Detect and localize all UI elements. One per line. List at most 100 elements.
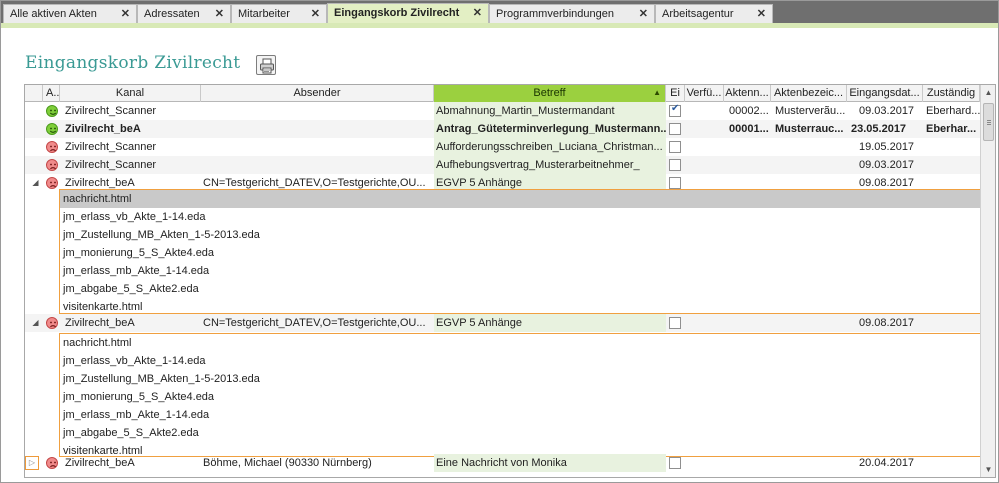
table-row[interactable]: ▷ Zivilrecht_beA Böhme, Michael (90330 N… bbox=[25, 454, 980, 472]
cell-eingangsdatum: 09.03.2017 bbox=[859, 159, 915, 171]
print-icon bbox=[260, 58, 274, 74]
checkbox[interactable] bbox=[669, 103, 681, 117]
close-icon[interactable]: ✕ bbox=[473, 4, 482, 22]
inbox-grid: A... Kanal Absender Betreff ▲ Ei Verfü..… bbox=[24, 84, 996, 478]
col-header-absender[interactable]: Absender bbox=[201, 85, 434, 102]
attachment-item[interactable]: jm_erlass_vb_Akte_1-14.eda bbox=[60, 352, 981, 370]
smiley-sad-icon bbox=[46, 457, 58, 469]
cell-aktennummer bbox=[729, 156, 771, 174]
tab-label: Arbeitsagentur bbox=[662, 8, 734, 20]
attachment-item[interactable]: jm_abgabe_5_S_Akte2.eda bbox=[60, 424, 981, 442]
attachment-list: nachricht.html jm_erlass_vb_Akte_1-14.ed… bbox=[59, 333, 982, 457]
checkbox[interactable] bbox=[669, 177, 681, 189]
cell-aktenbezeichnung bbox=[775, 138, 847, 156]
col-header-aktenbezeichnung[interactable]: Aktenbezeic... bbox=[771, 85, 847, 102]
table-row[interactable]: Zivilrecht_Scanner Aufhebungsvertrag_Mus… bbox=[25, 156, 980, 174]
tab-arbeitsagentur[interactable]: Arbeitsagentur ✕ bbox=[655, 4, 773, 23]
sort-ascending-icon: ▲ bbox=[653, 88, 661, 97]
cell-kanal: Zivilrecht_Scanner bbox=[65, 141, 157, 153]
cell-absender bbox=[203, 120, 432, 138]
cell-absender bbox=[203, 156, 432, 174]
smiley-happy-icon bbox=[46, 123, 58, 135]
cell-aktennummer bbox=[729, 314, 771, 332]
tab-label: Alle aktiven Akten bbox=[10, 8, 97, 20]
tab-adressaten[interactable]: Adressaten ✕ bbox=[137, 4, 231, 23]
attachment-item[interactable]: jm_erlass_mb_Akte_1-14.eda bbox=[60, 406, 981, 424]
close-icon[interactable]: ✕ bbox=[639, 5, 648, 23]
collapse-arrow-icon[interactable]: ◢ bbox=[31, 317, 40, 329]
attachment-item[interactable]: jm_monierung_5_S_Akte4.eda bbox=[60, 244, 981, 262]
cell-betreff: Abmahnung_Martin_Mustermandant bbox=[434, 102, 666, 120]
tab-label: Eingangskorb Zivilrecht bbox=[334, 7, 460, 19]
cell-aktennummer bbox=[729, 138, 771, 156]
smiley-sad-icon bbox=[46, 141, 58, 153]
tab-alle-aktiven-akten[interactable]: Alle aktiven Akten ✕ bbox=[3, 4, 137, 23]
attachment-item[interactable]: jm_erlass_mb_Akte_1-14.eda bbox=[60, 262, 981, 280]
cell-aktenbezeichnung bbox=[775, 314, 847, 332]
table-row[interactable]: Zivilrecht_Scanner Aufforderungsschreibe… bbox=[25, 138, 980, 156]
tab-label: Programmverbindungen bbox=[496, 8, 615, 20]
checkbox[interactable] bbox=[669, 141, 681, 153]
cell-eingangsdatum: 23.05.2017 bbox=[851, 123, 907, 135]
cell-betreff: Aufforderungsschreiben_Luciana_Christman… bbox=[434, 138, 666, 156]
tab-mitarbeiter[interactable]: Mitarbeiter ✕ bbox=[231, 4, 327, 23]
collapse-arrow-icon[interactable]: ◢ bbox=[31, 177, 40, 189]
cell-absender bbox=[203, 102, 432, 120]
vertical-scrollbar[interactable]: ▲ ▼ bbox=[980, 85, 995, 477]
close-icon[interactable]: ✕ bbox=[311, 5, 320, 23]
cell-zustaendig bbox=[926, 314, 980, 332]
cell-aktenbezeichnung: Musterrauc... bbox=[775, 123, 844, 135]
cell-zustaendig bbox=[926, 454, 980, 472]
cell-eingangsdatum: 19.05.2017 bbox=[859, 141, 915, 153]
print-button[interactable] bbox=[256, 55, 276, 75]
cell-aktennummer: 00002... bbox=[729, 105, 769, 117]
checkbox[interactable] bbox=[669, 317, 681, 329]
tab-label: Mitarbeiter bbox=[238, 8, 290, 20]
attachment-item[interactable]: jm_monierung_5_S_Akte4.eda bbox=[60, 388, 981, 406]
page-title: Eingangskorb Zivilrecht bbox=[25, 53, 241, 73]
cell-kanal: Zivilrecht_beA bbox=[65, 457, 135, 469]
expand-arrow-icon[interactable]: ▷ bbox=[25, 456, 39, 470]
close-icon[interactable]: ✕ bbox=[757, 5, 766, 23]
tab-programmverbindungen[interactable]: Programmverbindungen ✕ bbox=[489, 4, 655, 23]
col-header-ei[interactable]: Ei bbox=[666, 85, 685, 102]
col-header-betreff[interactable]: Betreff ▲ bbox=[434, 85, 666, 102]
col-header-eingangsdatum[interactable]: Eingangsdat... bbox=[847, 85, 923, 102]
col-header-zustaendig[interactable]: Zuständig bbox=[923, 85, 980, 102]
attachment-item[interactable]: nachricht.html bbox=[60, 190, 981, 208]
col-header-kanal[interactable]: Kanal bbox=[60, 85, 201, 102]
checkbox[interactable] bbox=[669, 123, 681, 135]
attachment-item[interactable]: jm_abgabe_5_S_Akte2.eda bbox=[60, 280, 981, 298]
cell-betreff: Antrag_Güteterminverlegung_Mustermann... bbox=[434, 120, 666, 138]
attachment-item[interactable]: jm_Zustellung_MB_Akten_1-5-2013.eda bbox=[60, 226, 981, 244]
attachment-item[interactable]: jm_erlass_vb_Akte_1-14.eda bbox=[60, 208, 981, 226]
cell-aktenbezeichnung bbox=[775, 454, 847, 472]
scroll-up-icon[interactable]: ▲ bbox=[981, 85, 995, 100]
tab-label: Adressaten bbox=[144, 8, 200, 20]
checkbox[interactable] bbox=[669, 159, 681, 171]
col-header-aktennummer[interactable]: Aktenn... bbox=[724, 85, 771, 102]
cell-kanal: Zivilrecht_beA bbox=[65, 123, 141, 135]
cell-kanal: Zivilrecht_Scanner bbox=[65, 105, 157, 117]
smiley-happy-icon bbox=[46, 105, 58, 117]
attachment-item[interactable]: nachricht.html bbox=[60, 334, 981, 352]
cell-kanal: Zivilrecht_beA bbox=[65, 317, 135, 329]
col-header-verfuegung[interactable]: Verfü... bbox=[685, 85, 724, 102]
close-icon[interactable]: ✕ bbox=[215, 5, 224, 23]
table-row[interactable]: Zivilrecht_Scanner Abmahnung_Martin_Must… bbox=[25, 102, 980, 120]
close-icon[interactable]: ✕ bbox=[121, 5, 130, 23]
checkbox[interactable] bbox=[669, 457, 681, 469]
cell-zustaendig bbox=[926, 138, 980, 156]
cell-eingangsdatum: 20.04.2017 bbox=[859, 457, 915, 469]
attachment-item[interactable]: jm_Zustellung_MB_Akten_1-5-2013.eda bbox=[60, 370, 981, 388]
cell-kanal: Zivilrecht_Scanner bbox=[65, 159, 157, 171]
grid-header: A... Kanal Absender Betreff ▲ Ei Verfü..… bbox=[25, 85, 980, 102]
table-row[interactable]: Zivilrecht_beA Antrag_Güteterminverlegun… bbox=[25, 120, 980, 138]
table-row[interactable]: ◢ Zivilrecht_beA CN=Testgericht_DATEV,O=… bbox=[25, 314, 980, 332]
tab-eingangskorb-zivilrecht[interactable]: Eingangskorb Zivilrecht ✕ bbox=[327, 3, 489, 24]
smiley-sad-icon bbox=[46, 317, 58, 329]
col-header-a[interactable]: A... bbox=[43, 85, 60, 102]
scroll-thumb[interactable] bbox=[983, 103, 994, 141]
cell-betreff: Eine Nachricht von Monika bbox=[434, 454, 666, 472]
scroll-down-icon[interactable]: ▼ bbox=[981, 462, 995, 477]
